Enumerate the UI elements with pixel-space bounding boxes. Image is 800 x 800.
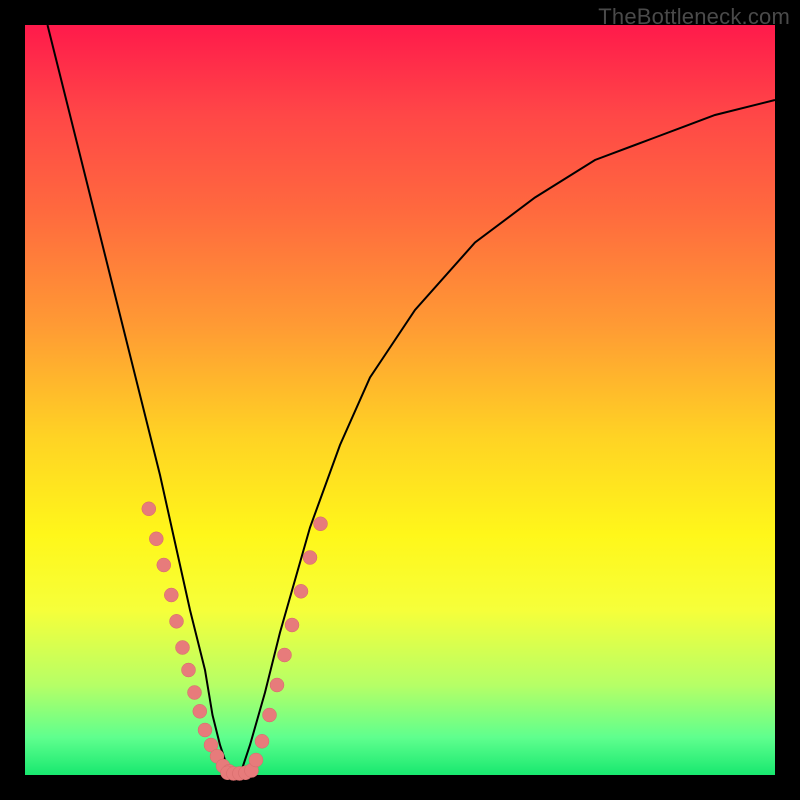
highlight-dot (188, 686, 202, 700)
curve-svg (25, 25, 775, 775)
plot-area (25, 25, 775, 775)
highlight-dot (278, 648, 292, 662)
highlight-dot (263, 708, 277, 722)
highlight-dot (294, 584, 308, 598)
highlight-dot (285, 618, 299, 632)
dots-layer (142, 502, 328, 781)
highlight-dot (176, 641, 190, 655)
highlight-dot (255, 734, 269, 748)
highlight-dot (182, 663, 196, 677)
highlight-dot (303, 551, 317, 565)
highlight-dot (142, 502, 156, 516)
highlight-dot (314, 517, 328, 531)
highlight-dot (157, 558, 171, 572)
highlight-dot (270, 678, 284, 692)
chart-frame: TheBottleneck.com (0, 0, 800, 800)
highlight-dot (164, 588, 178, 602)
watermark-text: TheBottleneck.com (598, 4, 790, 30)
highlight-dot (170, 614, 184, 628)
highlight-dot (198, 723, 212, 737)
highlight-dot (193, 704, 207, 718)
bottleneck-curve (48, 25, 776, 775)
highlight-dot (149, 532, 163, 546)
highlight-dot (249, 753, 263, 767)
